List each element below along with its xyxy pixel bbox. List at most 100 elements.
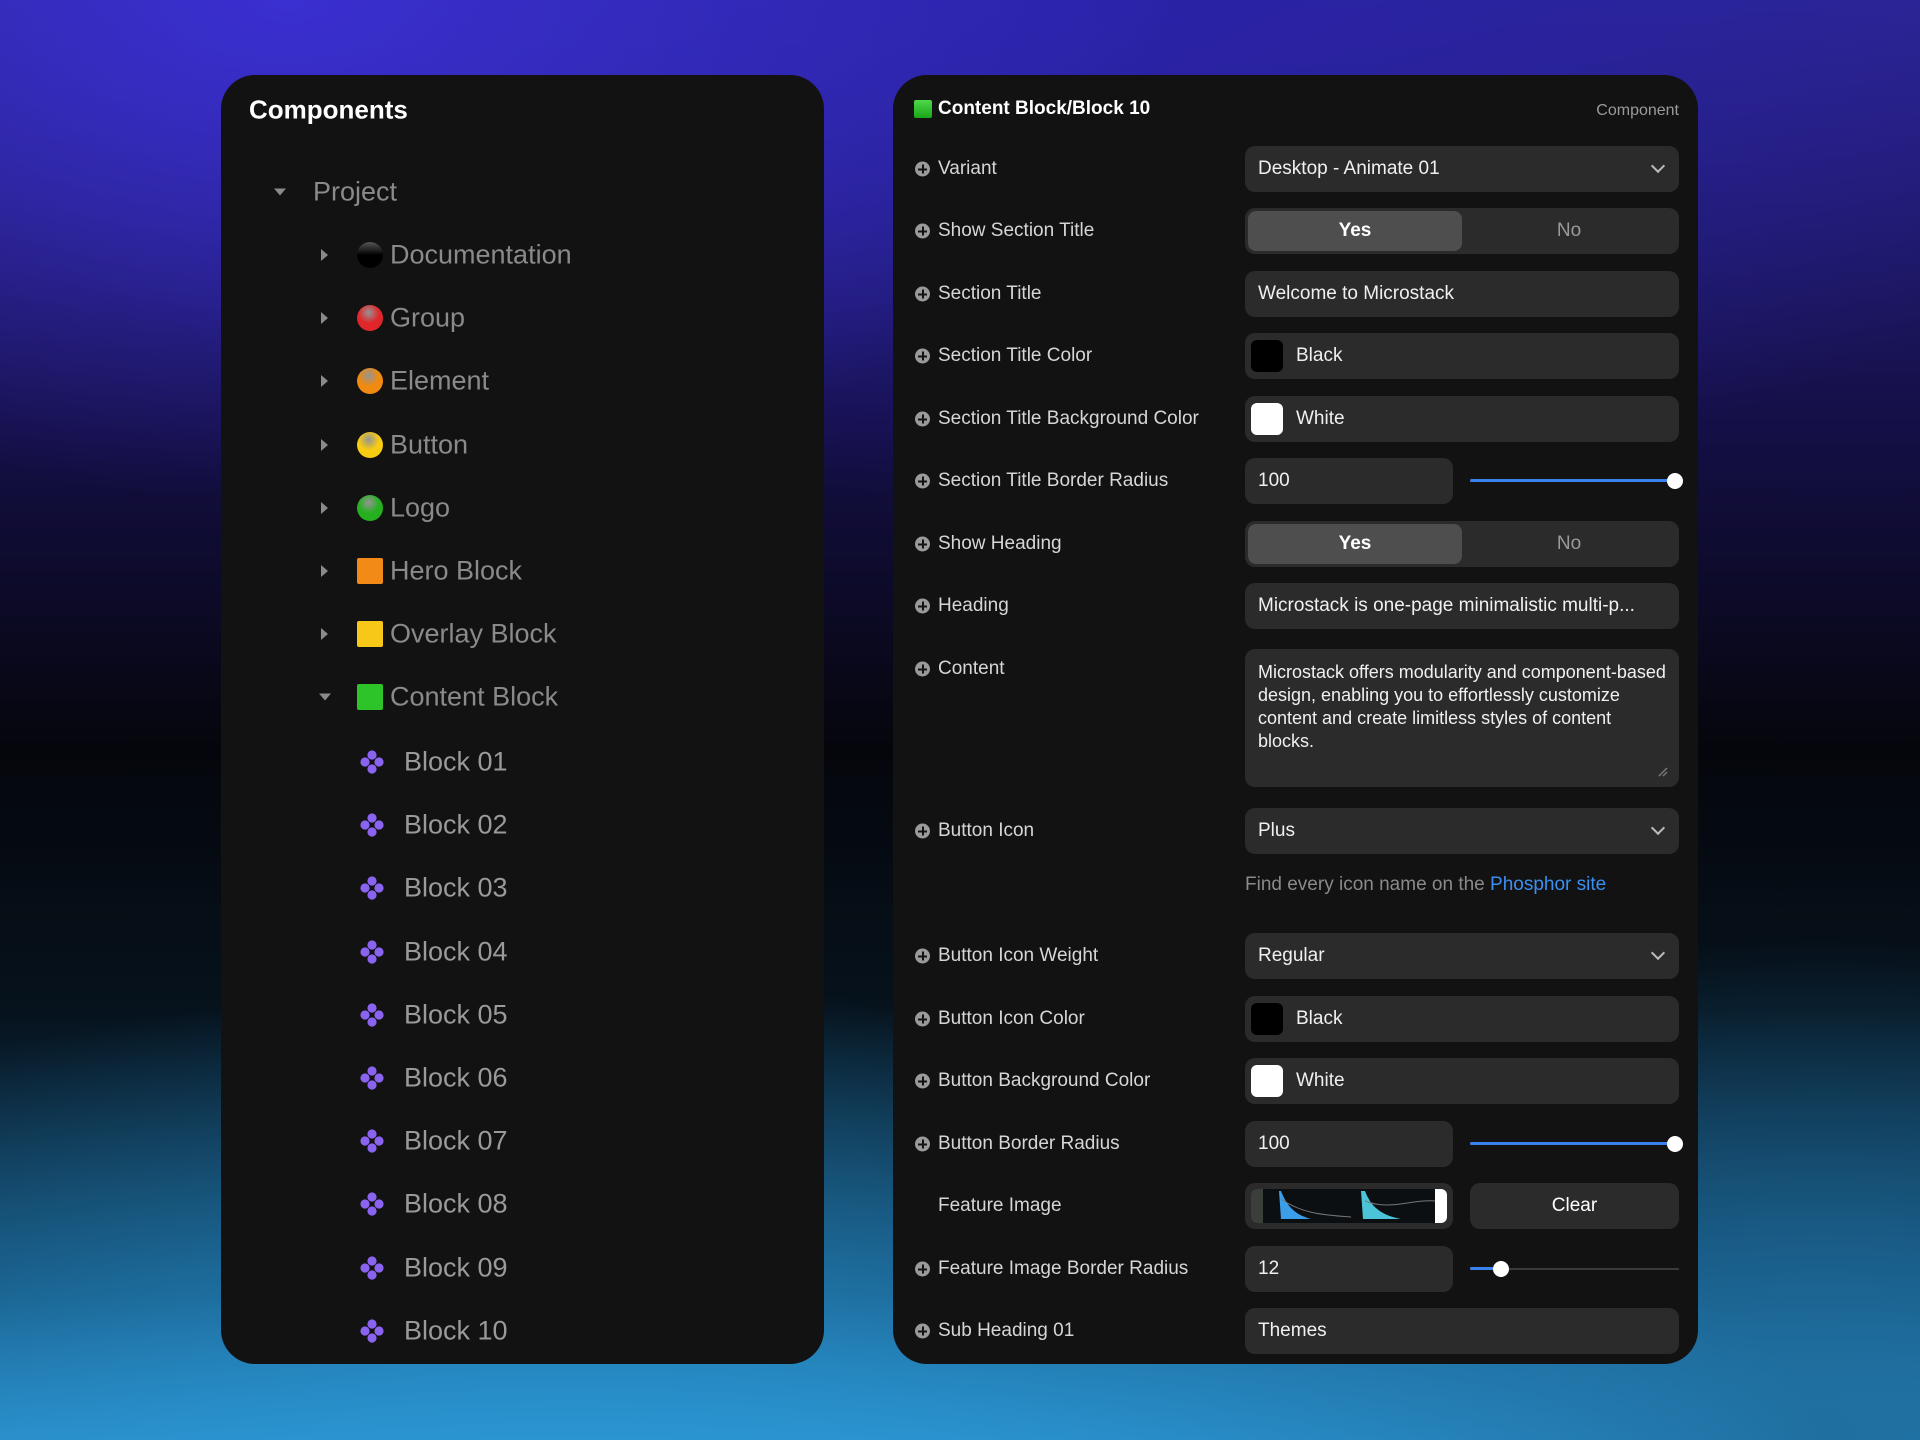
color-name: Black: [1296, 345, 1343, 366]
tree-item-label: Button: [390, 429, 469, 460]
property-label: Button Icon Weight: [938, 945, 1099, 966]
tree-item-label: Block 09: [404, 1252, 508, 1283]
add-property-icon[interactable]: [915, 161, 930, 177]
add-property-icon[interactable]: [915, 411, 930, 427]
add-property-icon[interactable]: [915, 473, 930, 489]
caret-right-icon[interactable]: [321, 375, 328, 388]
resize-grip-icon[interactable]: [1656, 764, 1668, 777]
toggle-option-no[interactable]: No: [1462, 211, 1676, 251]
add-property-icon[interactable]: [915, 1136, 930, 1152]
color-swatch[interactable]: [1251, 1003, 1283, 1035]
add-property-icon[interactable]: [915, 348, 930, 364]
chevron-down-icon: [1650, 158, 1666, 174]
toggle-option-no[interactable]: No: [1462, 524, 1676, 564]
add-property-icon[interactable]: [915, 948, 930, 964]
caret-down-icon[interactable]: [274, 188, 286, 196]
section-title-background-color-color-picker[interactable]: White: [1245, 396, 1679, 442]
show-heading-toggle: Yes No: [1245, 521, 1679, 567]
orange-square-icon: [357, 558, 383, 584]
slider-handle[interactable]: [1493, 1261, 1510, 1277]
property-label: Section Title: [938, 283, 1042, 304]
add-property-icon[interactable]: [915, 661, 930, 677]
add-property-icon[interactable]: [915, 1323, 930, 1339]
black-circle-icon: [357, 242, 383, 268]
section-title-color-color-picker[interactable]: Black: [1245, 333, 1679, 379]
toggle-option-yes[interactable]: Yes: [1248, 524, 1462, 564]
button-icon-color-color-picker[interactable]: Black: [1245, 996, 1679, 1042]
toggle-option-yes[interactable]: Yes: [1248, 211, 1462, 251]
button-icon-weight-select[interactable]: Regular: [1245, 933, 1679, 979]
component-diamond-icon: [359, 875, 385, 901]
component-diamond-icon: [359, 1128, 385, 1154]
button-border-radius-slider[interactable]: [1470, 1121, 1683, 1167]
add-property-icon[interactable]: [915, 1073, 930, 1089]
caret-right-icon[interactable]: [321, 565, 328, 577]
property-label: Button Icon: [938, 820, 1035, 841]
caret-right-icon[interactable]: [321, 501, 328, 514]
component-diamond-icon: [359, 939, 385, 965]
heading-input[interactable]: Microstack is one-page minimalistic mult…: [1245, 583, 1679, 629]
button-border-radius-number-input[interactable]: 100: [1245, 1121, 1453, 1167]
section-title-border-radius-slider[interactable]: [1470, 458, 1683, 504]
add-property-icon[interactable]: [915, 1261, 930, 1277]
tree-item-label: Project: [313, 176, 398, 207]
green-square-icon: [914, 100, 932, 118]
red-circle-icon: [357, 305, 383, 332]
slider-handle[interactable]: [1667, 473, 1683, 489]
phosphor-site-link[interactable]: Phosphor site: [1490, 874, 1606, 895]
clear-image-button[interactable]: Clear: [1470, 1183, 1679, 1229]
tree-item-label: Block 07: [404, 1125, 508, 1156]
feature-image-border-radius-slider[interactable]: [1470, 1246, 1679, 1292]
color-swatch[interactable]: [1251, 1065, 1283, 1097]
tree-item-label: Documentation: [390, 239, 572, 270]
slider-handle[interactable]: [1667, 1136, 1683, 1152]
select-value: Plus: [1258, 820, 1295, 841]
color-swatch[interactable]: [1251, 403, 1283, 435]
add-property-icon[interactable]: [915, 823, 930, 839]
component-diamond-icon: [359, 1255, 385, 1281]
button-icon-select[interactable]: Plus: [1245, 808, 1679, 854]
variant-select[interactable]: Desktop - Animate 01: [1245, 146, 1679, 192]
property-label: Show Heading: [938, 533, 1062, 554]
tree-item-label: Block 02: [404, 809, 508, 840]
component-type-label: Component: [1596, 102, 1679, 119]
property-label: Section Title Border Radius: [938, 470, 1169, 491]
components-title: Components: [249, 94, 408, 125]
caret-right-icon[interactable]: [321, 628, 328, 641]
tree-item-label: Block 01: [404, 746, 508, 777]
caret-right-icon[interactable]: [321, 249, 328, 261]
section-title-border-radius-number-input[interactable]: 100: [1245, 458, 1453, 504]
add-property-icon[interactable]: [915, 286, 930, 302]
property-label: Show Section Title: [938, 220, 1095, 241]
caret-right-icon[interactable]: [321, 438, 328, 451]
caret-down-icon[interactable]: [319, 693, 331, 701]
component-diamond-icon: [359, 1002, 385, 1028]
sub-heading-01-input[interactable]: Themes: [1245, 1308, 1679, 1354]
number-value: 100: [1258, 470, 1290, 491]
add-property-icon[interactable]: [915, 536, 930, 552]
property-label: Variant: [938, 158, 997, 179]
slider-fill: [1470, 479, 1679, 482]
add-property-icon[interactable]: [915, 598, 930, 614]
add-property-icon[interactable]: [915, 1011, 930, 1027]
section-title-input[interactable]: Welcome to Microstack: [1245, 271, 1679, 317]
component-diamond-icon: [359, 1191, 385, 1217]
select-value: Desktop - Animate 01: [1258, 158, 1440, 179]
feature-image-border-radius-number-input[interactable]: 12: [1245, 1246, 1453, 1292]
icon-help-text: Find every icon name on the Phosphor sit…: [1245, 874, 1606, 896]
number-value: 100: [1258, 1133, 1290, 1154]
input-value: Themes: [1258, 1320, 1327, 1341]
add-property-icon[interactable]: [915, 223, 930, 239]
color-name: White: [1296, 408, 1345, 429]
property-label: Section Title Color: [938, 345, 1093, 366]
caret-right-icon[interactable]: [321, 312, 328, 325]
content-textarea[interactable]: Microstack offers modularity and compone…: [1245, 649, 1679, 787]
feature-image-picker[interactable]: [1245, 1183, 1453, 1229]
green-circle-icon: [357, 494, 383, 521]
tree-item-label: Block 05: [404, 999, 508, 1030]
property-label: Section Title Background Color: [938, 408, 1199, 429]
button-background-color-color-picker[interactable]: White: [1245, 1058, 1679, 1104]
property-label: Feature Image Border Radius: [938, 1258, 1189, 1279]
property-label: Content: [938, 658, 1005, 679]
color-swatch[interactable]: [1251, 340, 1283, 372]
